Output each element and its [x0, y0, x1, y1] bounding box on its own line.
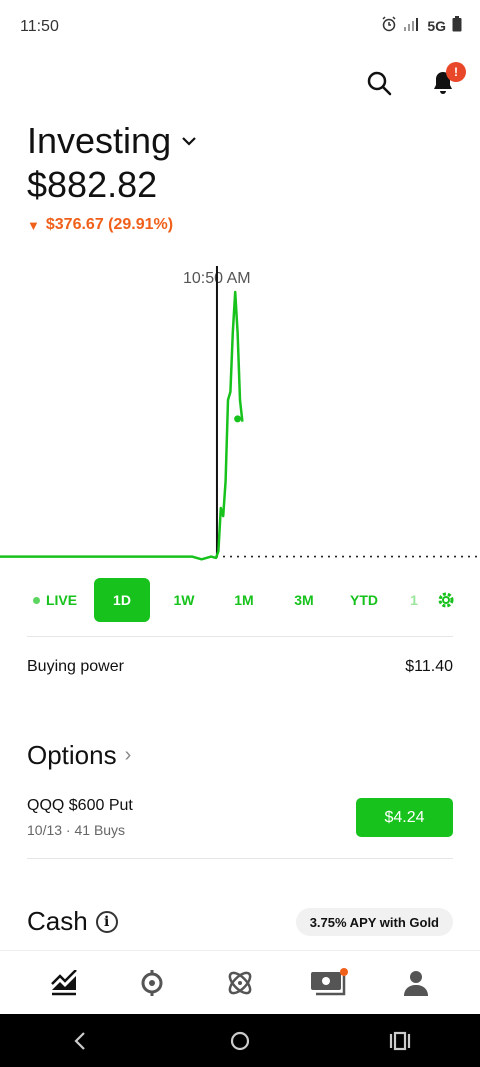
battery-icon [452, 16, 462, 35]
recents-icon [389, 1031, 411, 1050]
notification-badge: ! [446, 62, 466, 82]
time-range-selector: LIVE 1D 1W 1M 3M YTD 1 [20, 576, 460, 624]
buying-power-label: Buying power [27, 658, 124, 675]
account-title: Investing [27, 120, 172, 161]
options-header[interactable]: Options › [27, 740, 131, 771]
profile-icon [404, 970, 428, 996]
chevron-down-icon [182, 137, 196, 146]
search-button[interactable] [362, 66, 396, 100]
chart-series-line [0, 290, 244, 561]
portfolio-balance: $882.82 [27, 164, 158, 205]
range-partial[interactable]: 1 [394, 578, 434, 622]
down-triangle-icon: ▼ [27, 217, 40, 233]
nav-account[interactable] [386, 958, 446, 1008]
nav-cash[interactable] [298, 958, 358, 1008]
range-live[interactable]: LIVE [20, 578, 90, 622]
cash-title: Cash [27, 906, 88, 936]
chart-end-marker [234, 415, 242, 423]
recents-button[interactable] [370, 1021, 430, 1061]
home-button[interactable] [210, 1021, 270, 1061]
range-1m[interactable]: 1M [214, 578, 274, 622]
divider [27, 636, 453, 637]
signal-icon [403, 17, 421, 34]
buying-power-value: $11.40 [405, 658, 453, 675]
divider [27, 858, 453, 859]
nav-cash-badge [340, 967, 348, 976]
portfolio-change: ▼ $376.67 (29.91%) [27, 216, 173, 234]
account-selector[interactable]: Investing [27, 120, 197, 162]
atom-icon [228, 971, 252, 994]
search-icon [367, 71, 392, 96]
status-icons: 5G [381, 16, 462, 35]
nav-crypto[interactable] [122, 958, 182, 1008]
crypto-icon [141, 969, 163, 996]
alarm-icon [381, 16, 397, 35]
cash-header: Cash i [27, 906, 118, 937]
live-dot [32, 596, 40, 604]
range-live-label: LIVE [45, 592, 78, 608]
back-icon [74, 1031, 85, 1050]
notifications-button[interactable]: ! [426, 62, 466, 100]
range-ytd[interactable]: YTD [334, 578, 394, 622]
option-meta: 10/13 · 41 Buys [27, 822, 126, 838]
network-type: 5G [427, 17, 446, 34]
home-icon [230, 1031, 250, 1050]
chart-settings-button[interactable] [434, 578, 458, 622]
info-icon[interactable]: i [95, 910, 118, 933]
change-value: $376.67 (29.91%) [45, 216, 174, 233]
range-1w[interactable]: 1W [154, 578, 214, 622]
system-navigation [0, 1014, 480, 1067]
chart-icon [51, 969, 77, 995]
status-bar: 11:50 5G [0, 0, 480, 56]
buying-power-row[interactable]: Buying power $11.40 [27, 658, 453, 676]
nav-investing[interactable] [34, 958, 94, 1008]
portfolio-chart[interactable] [0, 262, 480, 572]
topbar-actions: ! [362, 62, 466, 100]
gear-icon [438, 592, 454, 608]
nav-explore[interactable] [210, 958, 270, 1008]
options-title: Options [27, 740, 117, 770]
bottom-navigation [0, 950, 480, 1014]
back-button[interactable] [50, 1021, 110, 1061]
chevron-right-icon: › [124, 744, 132, 766]
status-time: 11:50 [20, 18, 59, 35]
range-3m[interactable]: 3M [274, 578, 334, 622]
range-1d[interactable]: 1D [94, 578, 150, 622]
apy-badge[interactable]: 3.75% APY with Gold [295, 908, 453, 936]
option-name[interactable]: QQQ $600 Put [27, 797, 133, 815]
option-price-button[interactable]: $4.24 [356, 798, 453, 837]
